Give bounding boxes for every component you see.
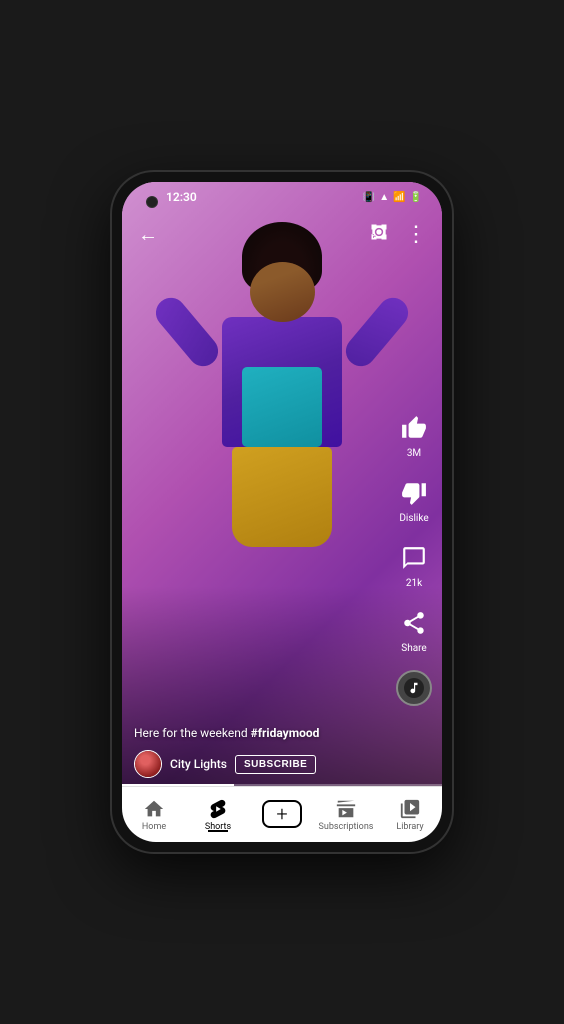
music-button[interactable] xyxy=(396,670,432,706)
phone-frame: 12:30 📳 ▲ 📶 🔋 ← ⋮ xyxy=(112,172,452,852)
battery-icon: 🔋 xyxy=(410,192,422,203)
phone-screen: 12:30 📳 ▲ 📶 🔋 ← ⋮ xyxy=(122,182,442,842)
progress-bar[interactable] xyxy=(122,784,442,786)
progress-fill xyxy=(122,784,234,786)
camera-icon[interactable] xyxy=(369,222,389,247)
nav-item-home[interactable]: Home xyxy=(122,798,186,832)
avatar-image xyxy=(135,751,161,777)
nav-item-subscriptions[interactable]: Subscriptions xyxy=(314,798,378,832)
status-icons: 📳 ▲ 📶 🔋 xyxy=(363,192,422,203)
status-bar: 12:30 📳 ▲ 📶 🔋 xyxy=(122,182,442,212)
caption-hashtag: #fridaymood xyxy=(251,726,320,740)
subscriptions-icon xyxy=(335,798,357,820)
video-area[interactable]: 3M Dislike xyxy=(122,182,442,786)
channel-avatar[interactable] xyxy=(134,750,162,778)
bottom-nav: Home Shorts + xyxy=(122,786,442,842)
shorts-icon xyxy=(207,798,229,820)
top-bar-right: ⋮ xyxy=(369,222,426,247)
dislike-button[interactable]: Dislike xyxy=(396,475,432,524)
like-icon xyxy=(396,410,432,446)
nav-label-home: Home xyxy=(142,822,166,832)
person-figure xyxy=(202,212,362,552)
comment-count: 21k xyxy=(406,578,422,589)
like-button[interactable]: 3M xyxy=(396,410,432,459)
nav-item-library[interactable]: Library xyxy=(378,798,442,832)
channel-name[interactable]: City Lights xyxy=(170,757,227,771)
status-time: 12:30 xyxy=(166,190,197,204)
dislike-label: Dislike xyxy=(399,513,428,524)
share-button[interactable]: Share xyxy=(396,605,432,654)
wifi-icon: ▲ xyxy=(379,192,389,203)
subscribe-button[interactable]: SUBSCRIBE xyxy=(235,755,316,774)
back-button[interactable]: ← xyxy=(138,222,158,247)
library-icon xyxy=(399,798,421,820)
home-icon xyxy=(143,798,165,820)
more-options-icon[interactable]: ⋮ xyxy=(405,222,426,247)
video-caption: Here for the weekend #fridaymood xyxy=(134,725,382,742)
signal-icon: 📶 xyxy=(393,192,405,203)
caption-text: Here for the weekend xyxy=(134,726,251,740)
comment-icon xyxy=(396,540,432,576)
dislike-icon xyxy=(396,475,432,511)
nav-item-shorts[interactable]: Shorts xyxy=(186,798,250,832)
like-count: 3M xyxy=(407,448,421,459)
top-bar-left: ← xyxy=(138,222,158,247)
vibrate-icon: 📳 xyxy=(363,192,375,203)
create-icon: + xyxy=(262,803,302,825)
nav-label-library: Library xyxy=(396,822,423,832)
comment-button[interactable]: 21k xyxy=(396,540,432,589)
share-label: Share xyxy=(401,643,426,654)
nav-label-subscriptions: Subscriptions xyxy=(319,822,374,832)
nav-underline xyxy=(208,830,228,832)
top-bar: ← ⋮ xyxy=(122,212,442,256)
video-info: Here for the weekend #fridaymood City Li… xyxy=(134,725,382,778)
nav-item-create[interactable]: + xyxy=(250,803,314,827)
action-buttons: 3M Dislike xyxy=(396,410,432,706)
camera-notch xyxy=(146,196,158,208)
share-icon xyxy=(396,605,432,641)
channel-row: City Lights SUBSCRIBE xyxy=(134,750,382,778)
music-disc xyxy=(396,670,432,706)
